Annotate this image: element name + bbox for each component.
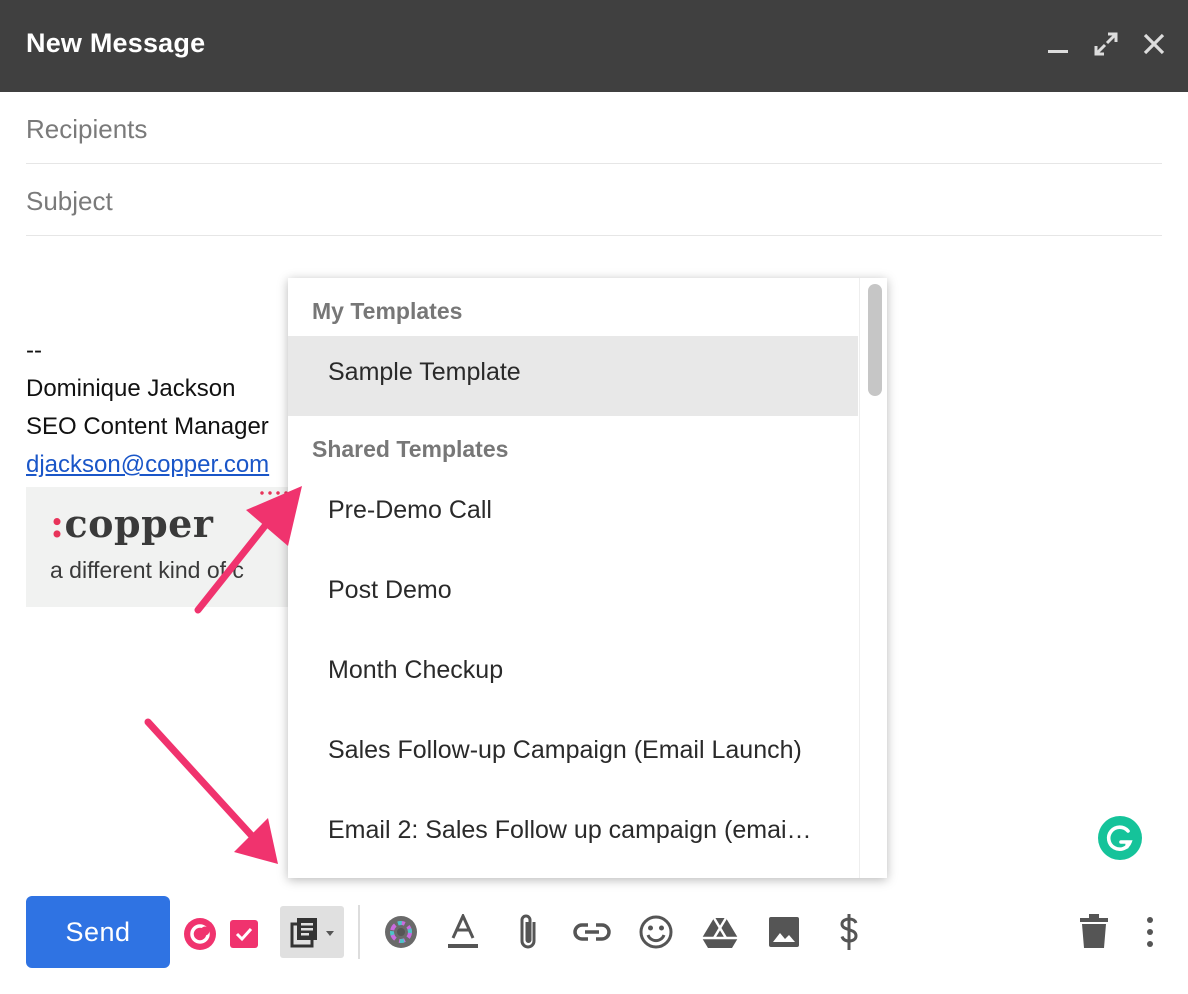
task-check-icon[interactable] xyxy=(230,920,258,948)
template-item-pre-demo-call[interactable]: Pre-Demo Call xyxy=(288,474,858,554)
emoji-icon[interactable] xyxy=(638,914,674,950)
subject-placeholder: Subject xyxy=(26,186,113,216)
link-icon[interactable] xyxy=(572,918,612,946)
templates-dropdown: My Templates Sample Template Shared Temp… xyxy=(288,278,887,878)
window-title: New Message xyxy=(26,28,206,58)
grammarly-icon[interactable] xyxy=(1098,816,1142,860)
template-item-email-2[interactable]: Email 2: Sales Follow up campaign (emai… xyxy=(288,794,858,874)
copper-logo-banner: :copper a different kind of c xyxy=(26,487,326,607)
logo-dots xyxy=(258,489,288,497)
templates-icon xyxy=(290,918,334,948)
attach-icon[interactable] xyxy=(516,912,542,952)
subject-field[interactable]: Subject xyxy=(26,164,1162,236)
my-templates-header: My Templates xyxy=(312,298,463,324)
signature-name: Dominique Jackson xyxy=(26,375,236,402)
menu-scrollbar[interactable] xyxy=(859,278,887,878)
copper-logo: :copper xyxy=(50,501,214,546)
compose-titlebar: New Message xyxy=(0,0,1188,92)
close-icon[interactable] xyxy=(1140,30,1168,58)
template-item-month-checkup[interactable]: Month Checkup xyxy=(288,634,858,714)
color-wheel-icon[interactable] xyxy=(384,915,418,949)
send-button[interactable]: Send xyxy=(26,896,170,968)
arrow-to-templates-button xyxy=(144,718,278,864)
expand-icon[interactable] xyxy=(1092,30,1120,58)
drive-icon[interactable] xyxy=(702,916,738,948)
scroll-thumb[interactable] xyxy=(868,284,882,396)
dollar-icon[interactable] xyxy=(836,912,862,952)
template-item-post-demo[interactable]: Post Demo xyxy=(288,554,858,634)
signature-email-link[interactable]: djackson@copper.com xyxy=(26,446,269,484)
toolbar-separator xyxy=(358,905,360,959)
signature-role: SEO Content Manager xyxy=(26,413,269,440)
recipients-placeholder: Recipients xyxy=(26,114,148,144)
templates-button[interactable] xyxy=(280,906,344,958)
recipients-field[interactable]: Recipients xyxy=(26,92,1162,164)
shared-templates-header: Shared Templates xyxy=(312,436,509,462)
copper-icon[interactable] xyxy=(184,918,216,950)
template-item-sales-follow-up[interactable]: Sales Follow-up Campaign (Email Launch) xyxy=(288,714,858,794)
logo-tagline: a different kind of c xyxy=(50,557,244,583)
trash-icon[interactable] xyxy=(1080,914,1108,950)
more-vert-icon[interactable] xyxy=(1140,914,1160,950)
minimize-icon[interactable] xyxy=(1044,30,1072,58)
image-icon[interactable] xyxy=(768,916,800,948)
text-format-icon[interactable] xyxy=(446,914,480,950)
signature-dashes: -- xyxy=(26,337,42,364)
template-item-sample-template[interactable]: Sample Template xyxy=(288,336,858,416)
